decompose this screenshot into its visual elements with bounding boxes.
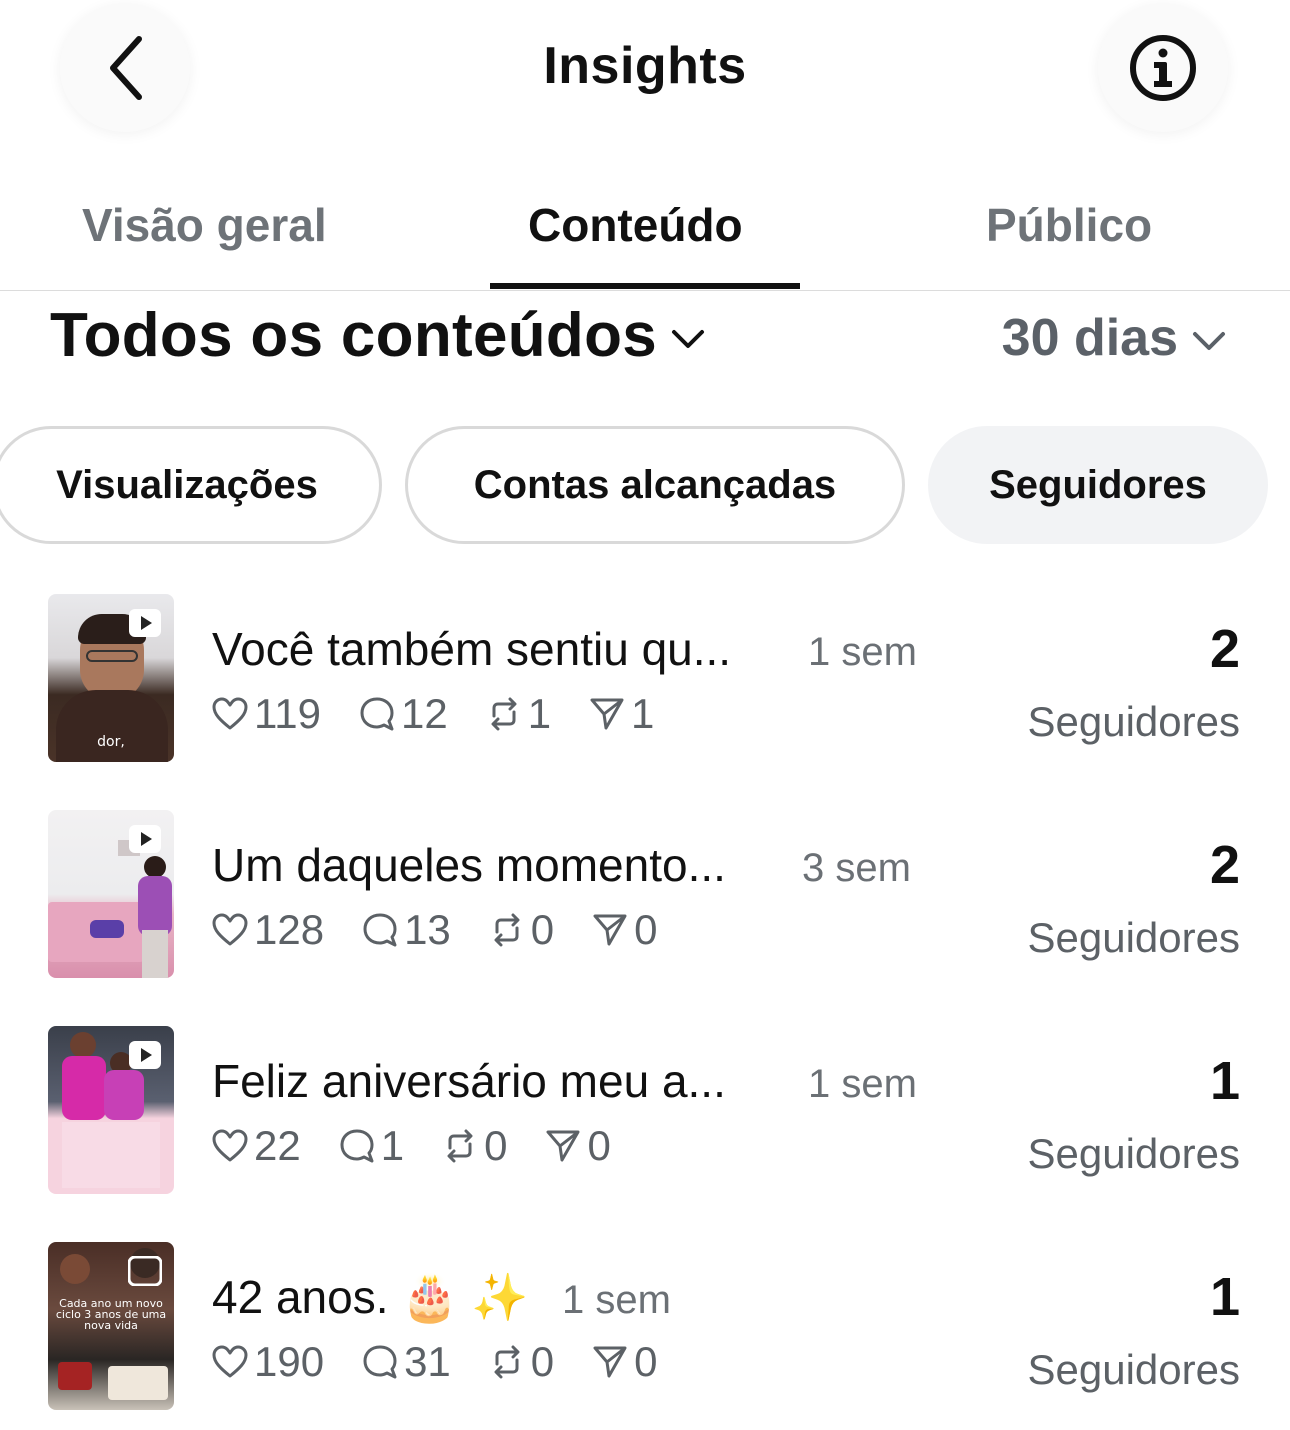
content-type-label: Todos os conteúdos <box>50 301 658 370</box>
thumbnail-caption: dor, <box>97 734 125 750</box>
post-thumbnail[interactable]: Cada ano um novo ciclo 3 anos de uma nov… <box>48 1242 174 1410</box>
comment-icon <box>363 1345 397 1379</box>
reposts-count: 1 <box>527 690 552 737</box>
comments-count: 31 <box>404 1338 451 1385</box>
repost-icon <box>491 697 517 731</box>
chevron-down-icon <box>672 329 705 348</box>
reel-icon <box>129 609 161 637</box>
content-type-dropdown[interactable]: Todos os conteúdos <box>50 300 705 371</box>
reel-icon <box>129 1041 161 1069</box>
shares-stat: 1 <box>589 690 654 738</box>
post-age: 1 sem <box>562 1278 671 1322</box>
repost-icon <box>494 913 520 947</box>
tab-audience[interactable]: Público <box>986 198 1152 252</box>
followers-count: 1 <box>1209 1051 1240 1111</box>
comment-icon <box>363 913 397 947</box>
likes-count: 128 <box>254 906 325 953</box>
followers-label: Seguidores <box>1027 1130 1240 1177</box>
chip-views[interactable]: Visualizações <box>0 426 382 544</box>
comments-count: 13 <box>404 906 451 953</box>
comments-stat: 12 <box>359 690 448 738</box>
post-row[interactable]: dor, Você também sentiu qu... 1 sem 119 … <box>0 594 1290 764</box>
chip-accounts-reached[interactable]: Contas alcançadas <box>405 426 905 544</box>
post-title: 42 anos. 🎂 ✨ <box>212 1271 529 1323</box>
reel-icon <box>129 825 161 853</box>
tab-overview[interactable]: Visão geral <box>82 198 327 252</box>
reposts-stat: 0 <box>442 1122 507 1170</box>
heart-icon <box>212 1129 248 1162</box>
followers-label: Seguidores <box>1027 1346 1240 1393</box>
likes-stat: 190 <box>212 1338 324 1386</box>
filter-row: Todos os conteúdos 30 dias <box>0 300 1290 380</box>
followers-count: 1 <box>1209 1267 1240 1327</box>
shares-stat: 0 <box>545 1122 611 1170</box>
shares-count: 0 <box>634 906 658 953</box>
likes-count: 190 <box>254 1338 325 1385</box>
comment-icon <box>340 1129 374 1163</box>
reposts-stat: 1 <box>486 690 551 738</box>
reel-icon <box>128 1256 162 1286</box>
likes-count: 22 <box>254 1122 301 1169</box>
active-tab-indicator <box>490 283 800 289</box>
likes-stat: 128 <box>212 906 324 954</box>
post-thumbnail[interactable] <box>48 1026 174 1194</box>
post-row[interactable]: Cada ano um novo ciclo 3 anos de uma nov… <box>0 1242 1290 1412</box>
post-title: Feliz aniversário meu a... <box>212 1055 726 1107</box>
comments-stat: 31 <box>362 1338 451 1386</box>
post-title: Um daqueles momento... <box>212 839 726 891</box>
post-row[interactable]: Feliz aniversário meu a... 1 sem 22 1 0 … <box>0 1026 1290 1196</box>
followers-count: 2 <box>1209 619 1240 679</box>
post-thumbnail[interactable] <box>48 810 174 978</box>
chip-followers[interactable]: Seguidores <box>928 426 1268 544</box>
post-row[interactable]: Um daqueles momento... 3 sem 128 13 0 0 … <box>0 810 1290 980</box>
send-icon <box>590 698 624 730</box>
likes-count: 119 <box>254 690 321 737</box>
heart-icon <box>212 697 248 730</box>
shares-count: 0 <box>634 1338 658 1385</box>
comment-icon <box>360 697 394 731</box>
repost-icon <box>494 1345 520 1379</box>
send-icon <box>593 914 627 946</box>
shares-stat: 0 <box>592 1338 658 1386</box>
shares-count: 0 <box>587 1122 611 1169</box>
reposts-count: 0 <box>530 906 555 953</box>
shares-stat: 0 <box>592 906 658 954</box>
shares-count: 1 <box>631 690 655 737</box>
tab-content[interactable]: Conteúdo <box>528 198 743 252</box>
post-age: 3 sem <box>802 846 911 890</box>
reposts-count: 0 <box>484 1122 508 1169</box>
comments-count: 12 <box>400 690 448 737</box>
comments-stat: 1 <box>339 1122 404 1170</box>
comments-stat: 13 <box>362 906 451 954</box>
reposts-stat: 0 <box>489 906 554 954</box>
post-stats: 128 13 0 0 <box>212 906 696 954</box>
period-dropdown[interactable]: 30 dias <box>1002 308 1226 368</box>
heart-icon <box>212 913 248 946</box>
divider <box>0 290 1290 291</box>
send-icon <box>546 1130 580 1162</box>
reposts-count: 0 <box>530 1338 555 1385</box>
post-stats: 119 12 1 1 <box>212 690 692 738</box>
tab-bar: Visão geral Conteúdo Público <box>0 0 1290 292</box>
followers-label: Seguidores <box>1027 914 1240 961</box>
repost-icon <box>447 1129 473 1163</box>
reposts-stat: 0 <box>489 1338 554 1386</box>
likes-stat: 119 <box>212 690 321 738</box>
thumbnail-caption: Cada ano um novo ciclo 3 anos de uma nov… <box>55 1297 167 1332</box>
period-label: 30 dias <box>1001 309 1178 367</box>
followers-label: Seguidores <box>1027 698 1240 745</box>
post-age: 1 sem <box>808 630 917 674</box>
post-title: Você também sentiu qu... <box>212 623 732 675</box>
likes-stat: 22 <box>212 1122 301 1170</box>
post-stats: 190 31 0 0 <box>212 1338 696 1386</box>
post-thumbnail[interactable]: dor, <box>48 594 174 762</box>
post-stats: 22 1 0 0 <box>212 1122 649 1170</box>
comments-count: 1 <box>380 1122 405 1169</box>
followers-count: 2 <box>1209 835 1240 895</box>
post-age: 1 sem <box>808 1062 917 1106</box>
send-icon <box>593 1346 627 1378</box>
heart-icon <box>212 1345 248 1378</box>
chevron-down-icon <box>1193 332 1225 350</box>
